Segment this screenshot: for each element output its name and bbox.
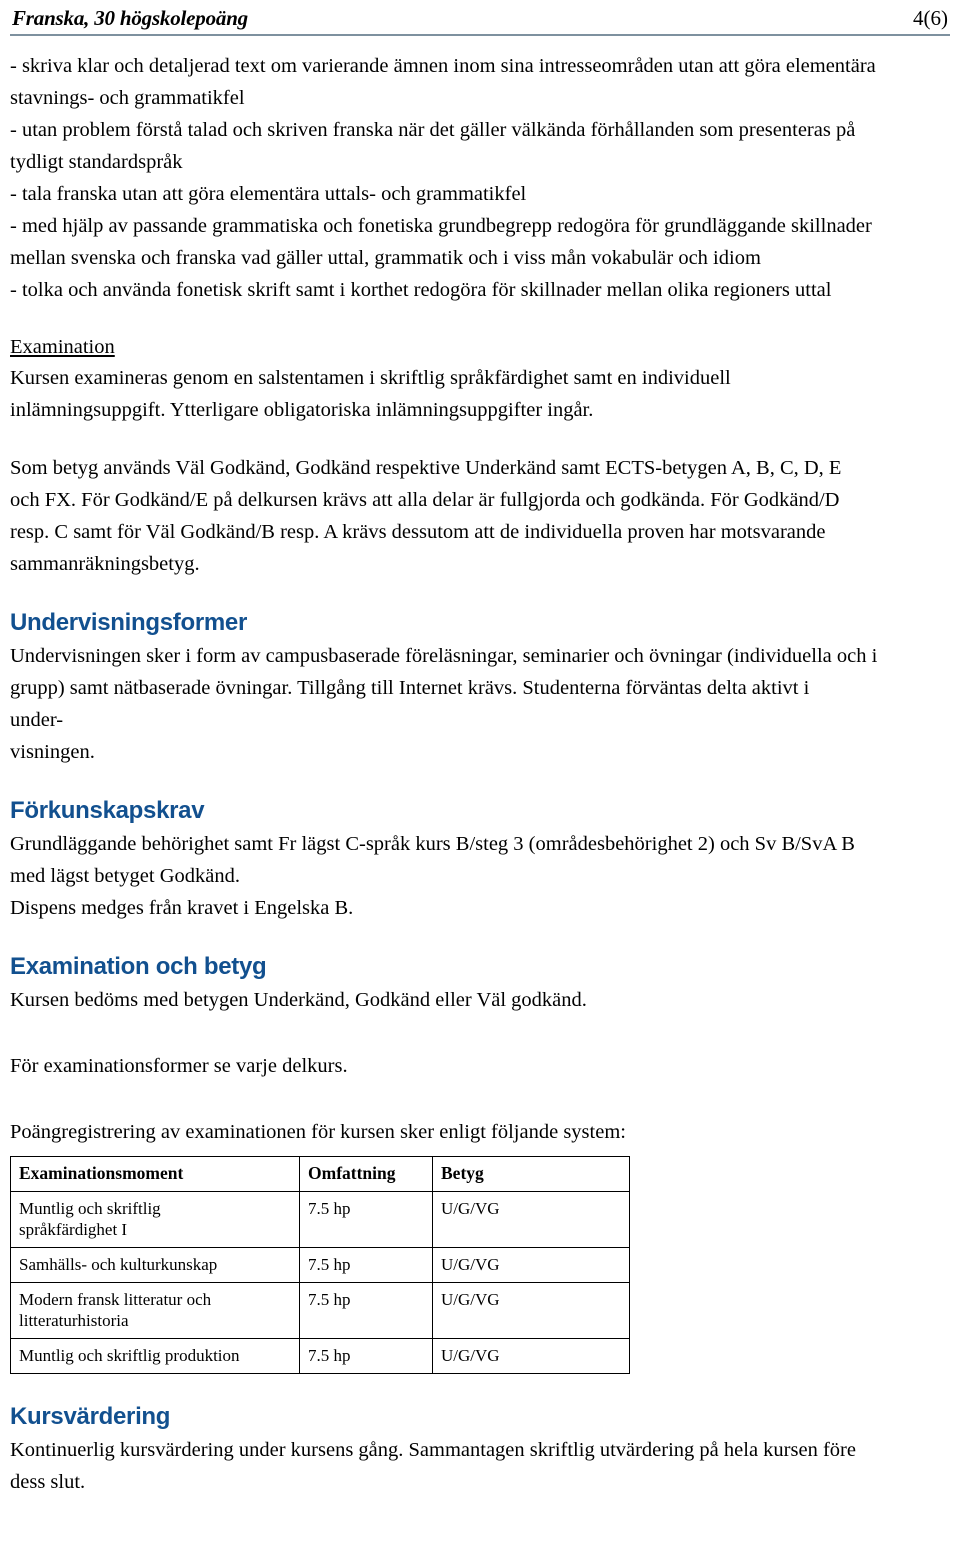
cell-omfattning: 7.5 hp	[299, 1247, 433, 1283]
undervisningsformer-body: Undervisningen sker i form av campusbase…	[10, 640, 950, 768]
section-heading-kursvardering: Kursvärdering	[10, 1403, 171, 1430]
cell-line: litteraturhistoria	[19, 1311, 129, 1330]
paragraph-line: Dispens medges från kravet i Engelska B.	[10, 897, 354, 919]
cell-line: Samhälls- och kulturkunskap	[19, 1255, 218, 1274]
cell-betyg: U/G/VG	[432, 1282, 630, 1339]
grade-registration-table: Examinationsmoment Omfattning Betyg Munt…	[10, 1156, 630, 1374]
cell-omfattning: 7.5 hp	[299, 1338, 433, 1374]
cell-line: Muntlig och skriftlig	[19, 1199, 161, 1218]
paragraph-line: grupp) samt nätbaserade övningar. Tillgå…	[10, 677, 810, 699]
paragraph-line: under-	[10, 709, 64, 731]
section-heading-undervisningsformer: Undervisningsformer	[10, 609, 248, 636]
examination-subheading: Examination	[10, 336, 115, 358]
forkunskapskrav-body: Grundläggande behörighet samt Fr lägst C…	[10, 828, 950, 924]
examination-och-betyg-body: Kursen bedöms med betygen Underkänd, God…	[10, 984, 950, 1016]
learning-goal-line: tydligt standardspråk	[10, 151, 183, 173]
paragraph-line: Kursen bedöms med betygen Underkänd, God…	[10, 989, 587, 1011]
learning-goal-line: - med hjälp av passande grammatiska och …	[10, 215, 872, 237]
section-heading-examination-och-betyg: Examination och betyg	[10, 953, 267, 980]
paragraph-line: Kontinuerlig kursvärdering under kursens…	[10, 1439, 856, 1461]
learning-goal-line: - tala franska utan att göra elementära …	[10, 183, 527, 205]
section-kursvardering: Kursvärdering Kontinuerlig kursvärdering…	[10, 1400, 950, 1498]
paragraph-line: Som betyg används Väl Godkänd, Godkänd r…	[10, 457, 842, 479]
kursvardering-body: Kontinuerlig kursvärdering under kursens…	[10, 1434, 950, 1498]
cell-omfattning: 7.5 hp	[299, 1191, 433, 1248]
paragraph-line: Poängregistrering av examinationen för k…	[10, 1121, 626, 1143]
section-forkunskapskrav: Förkunskapskrav Grundläggande behörighet…	[10, 794, 950, 924]
learning-goal-line: - tolka och använda fonetisk skrift samt…	[10, 279, 832, 301]
examination-subsection: Examination Kursen examineras genom en s…	[10, 332, 950, 426]
cell-omfattning: 7.5 hp	[299, 1282, 433, 1339]
section-examination-och-betyg: Examination och betyg Kursen bedöms med …	[10, 950, 950, 1082]
cell-line: Modern fransk litteratur och	[19, 1290, 212, 1309]
paragraph-line: Undervisningen sker i form av campusbase…	[10, 645, 878, 667]
learning-goal-line: stavnings- och grammatikfel	[10, 87, 245, 109]
column-header-omfattning: Omfattning	[299, 1156, 433, 1192]
cell-line: Muntlig och skriftlig produktion	[19, 1346, 240, 1365]
cell-examinationsmoment: Modern fransk litteratur och litteraturh…	[10, 1282, 300, 1339]
column-header-examinationsmoment: Examinationsmoment	[10, 1156, 300, 1192]
cell-examinationsmoment: Muntlig och skriftlig produktion	[10, 1338, 300, 1374]
cell-examinationsmoment: Samhälls- och kulturkunskap	[10, 1247, 300, 1283]
table-row: Modern fransk litteratur och litteraturh…	[10, 1282, 630, 1339]
section-heading-forkunskapskrav: Förkunskapskrav	[10, 797, 205, 824]
column-header-betyg: Betyg	[432, 1156, 630, 1192]
cell-betyg: U/G/VG	[432, 1247, 630, 1283]
examination-subsection-body: Kursen examineras genom en salstentamen …	[10, 362, 950, 426]
table-header-row: Examinationsmoment Omfattning Betyg	[10, 1156, 630, 1192]
cell-line: språkfärdighet I	[19, 1220, 128, 1239]
poangregistrering-intro: Poängregistrering av examinationen för k…	[10, 1116, 950, 1148]
learning-goal-line: - utan problem förstå talad och skriven …	[10, 119, 856, 141]
paragraph-line: Grundläggande behörighet samt Fr lägst C…	[10, 833, 855, 855]
section-poangregistrering: Poängregistrering av examinationen för k…	[10, 1116, 950, 1374]
paragraph-line: sammanräkningsbetyg.	[10, 553, 200, 575]
paragraph-line: Kursen examineras genom en salstentamen …	[10, 367, 731, 389]
learning-goal-line: - skriva klar och detaljerad text om var…	[10, 55, 876, 77]
paragraph-line: För examinationsformer se varje delkurs.	[10, 1055, 348, 1077]
document-page: Franska, 30 högskolepoäng 4(6) - skriva …	[0, 0, 960, 1556]
cell-betyg: U/G/VG	[432, 1191, 630, 1248]
document-page-number: 4(6)	[913, 6, 948, 30]
learning-goals-list: - skriva klar och detaljerad text om var…	[10, 36, 950, 306]
table-row: Muntlig och skriftlig produktion 7.5 hp …	[10, 1338, 630, 1374]
learning-goal-line: mellan svenska och franska vad gäller ut…	[10, 247, 761, 269]
table-row: Muntlig och skriftlig språkfärdighet I 7…	[10, 1191, 630, 1248]
examination-forms-note: För examinationsformer se varje delkurs.	[10, 1050, 950, 1082]
section-undervisningsformer: Undervisningsformer Undervisningen sker …	[10, 606, 950, 768]
paragraph-line: inlämningsuppgift. Ytterligare obligator…	[10, 399, 594, 421]
cell-examinationsmoment: Muntlig och skriftlig språkfärdighet I	[10, 1191, 300, 1248]
document-header-title: Franska, 30 högskolepoäng	[12, 6, 248, 30]
table-body: Muntlig och skriftlig språkfärdighet I 7…	[10, 1191, 630, 1374]
document-header: Franska, 30 högskolepoäng 4(6)	[10, 0, 950, 36]
paragraph-line: med lägst betyget Godkänd.	[10, 865, 241, 887]
table-row: Samhälls- och kulturkunskap 7.5 hp U/G/V…	[10, 1247, 630, 1283]
paragraph-line: resp. C samt för Väl Godkänd/B resp. A k…	[10, 521, 826, 543]
table-head: Examinationsmoment Omfattning Betyg	[10, 1156, 630, 1192]
paragraph-line: visningen.	[10, 741, 95, 763]
cell-betyg: U/G/VG	[432, 1338, 630, 1374]
grading-paragraph: Som betyg används Väl Godkänd, Godkänd r…	[10, 452, 950, 580]
paragraph-line: och FX. För Godkänd/E på delkursen krävs…	[10, 489, 840, 511]
paragraph-line: dess slut.	[10, 1471, 86, 1493]
